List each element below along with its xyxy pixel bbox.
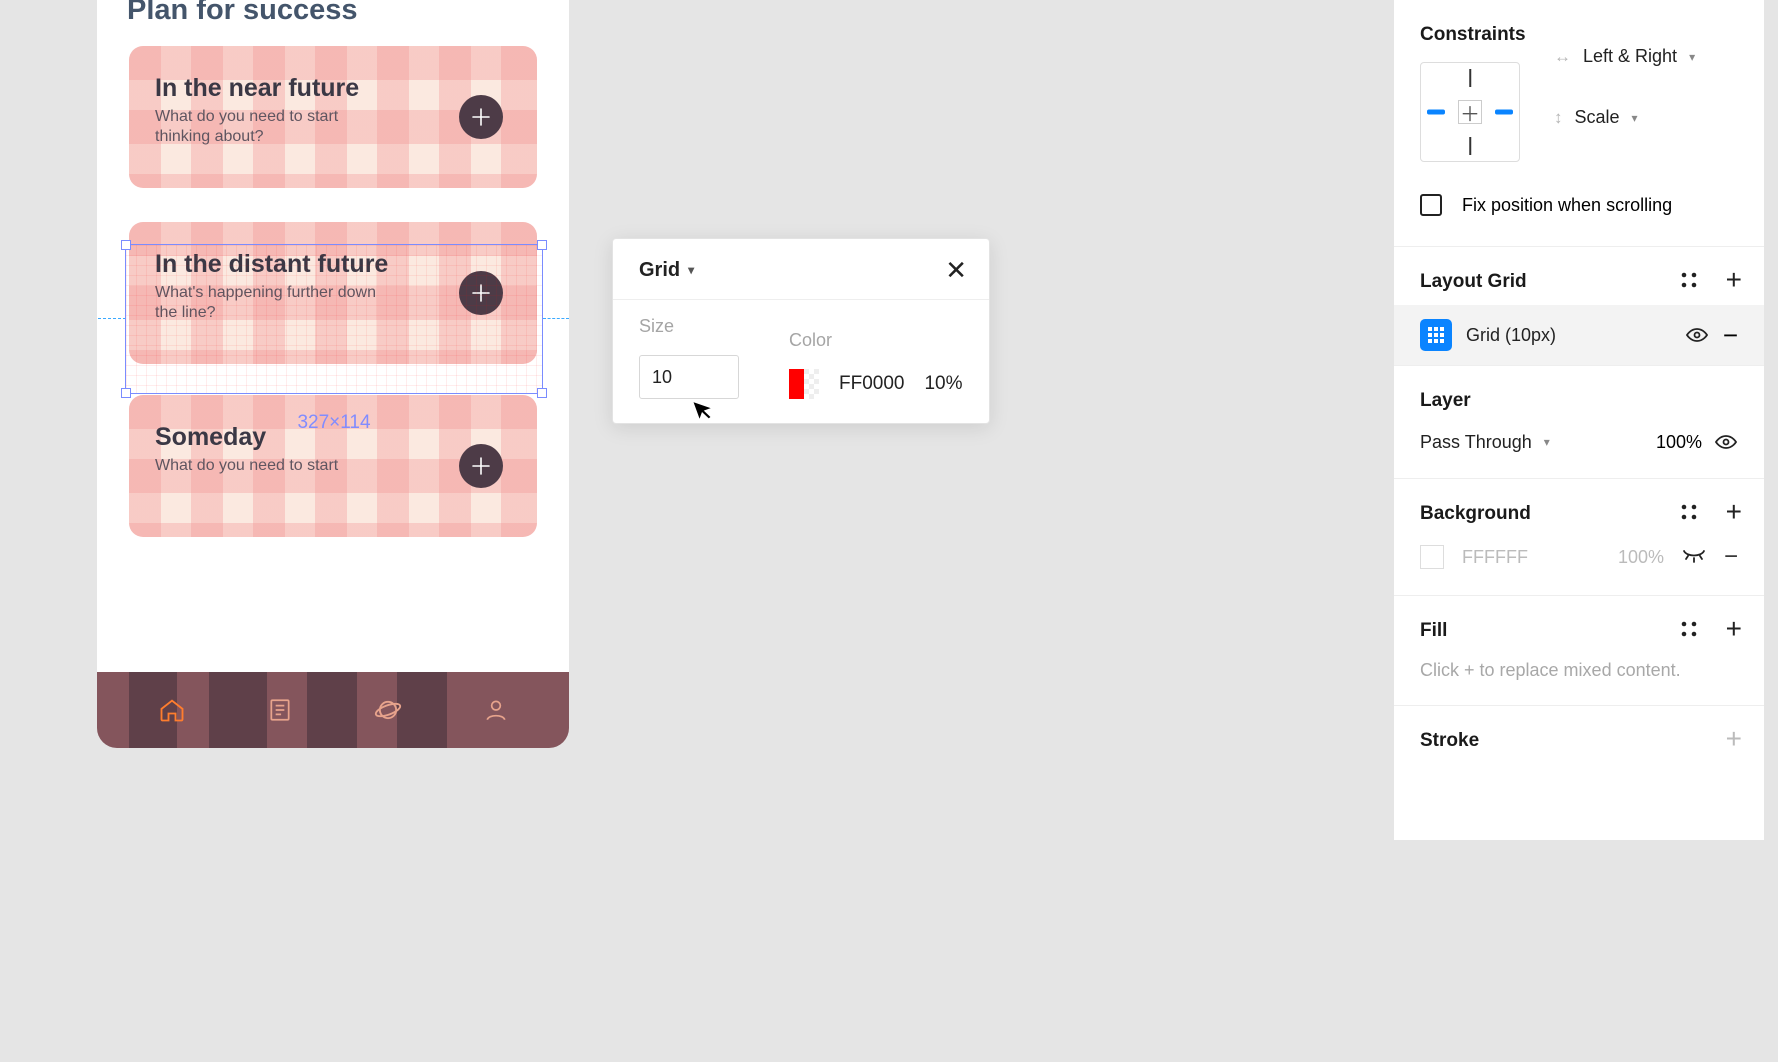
grid-item-row[interactable]: Grid (10px) −	[1394, 305, 1764, 365]
blend-mode-value: Pass Through	[1420, 432, 1532, 452]
grid-color-swatch[interactable]	[789, 369, 819, 399]
grid-icon[interactable]	[1420, 319, 1452, 351]
fill-hint: Click + to replace mixed content.	[1420, 660, 1738, 681]
horizontal-arrow-icon: ↔	[1554, 47, 1571, 67]
fix-position-label: Fix position when scrolling	[1462, 195, 1672, 216]
layer-section: Layer Pass Through ▾ 100%	[1394, 366, 1764, 479]
add-button[interactable]	[459, 444, 503, 488]
smart-guide-right	[543, 318, 569, 319]
constraint-horizontal-dropdown[interactable]: ↔ Left & Right ▾	[1554, 46, 1695, 67]
background-section: Background + FFFFFF 100% −	[1394, 479, 1764, 596]
constraint-widget[interactable]: ＋	[1420, 62, 1520, 162]
blend-mode-dropdown[interactable]: Pass Through	[1420, 432, 1532, 453]
card-near-future[interactable]: In the near future What do you need to s…	[129, 46, 537, 188]
constraint-horizontal-value: Left & Right	[1583, 46, 1677, 67]
smart-guide-left	[98, 318, 126, 319]
grid-type-dropdown[interactable]: Grid ▾	[639, 259, 694, 282]
tab-bar	[97, 672, 569, 748]
stroke-section: Stroke +	[1394, 706, 1764, 776]
grid-color-hex[interactable]: FF0000	[839, 373, 904, 395]
layer-opacity-input[interactable]: 100%	[1656, 432, 1702, 453]
add-stroke-icon[interactable]: +	[1726, 730, 1742, 748]
vertical-arrow-icon: ↕	[1554, 108, 1563, 128]
chevron-down-icon: ▾	[1689, 50, 1695, 64]
size-label: Size	[639, 316, 739, 337]
card-distant-future[interactable]: In the distant future What's happening f…	[129, 222, 537, 364]
background-hex[interactable]: FFFFFF	[1462, 547, 1528, 568]
phone-frame: Do it now There's no time like the prese…	[97, 0, 569, 748]
grid-popover[interactable]: Grid ▾ ✕ Size Color FF0000 10%	[612, 238, 990, 424]
constraints-title: Constraints	[1420, 24, 1738, 46]
constraint-center-icon: ＋	[1458, 100, 1482, 124]
chevron-down-icon: ▾	[1544, 435, 1550, 449]
grid-item-label: Grid (10px)	[1466, 325, 1671, 346]
layout-grid-section: Layout Grid + Grid (10px) −	[1394, 247, 1764, 366]
grid-type-label: Grid	[639, 259, 680, 282]
stroke-title: Stroke	[1420, 730, 1738, 752]
styles-icon[interactable]	[1680, 620, 1698, 638]
grid-size-input[interactable]	[639, 355, 739, 399]
list-icon[interactable]	[267, 697, 293, 723]
constraint-vertical-dropdown[interactable]: ↕ Scale ▾	[1554, 107, 1695, 128]
remove-grid-icon[interactable]: −	[1723, 320, 1738, 351]
card-sub: What's happening further down the line?	[155, 283, 385, 323]
visibility-icon[interactable]	[1685, 323, 1709, 347]
card-title: In the distant future	[155, 250, 511, 279]
background-color-swatch[interactable]	[1420, 545, 1444, 569]
fix-position-checkbox[interactable]	[1420, 194, 1442, 216]
add-button[interactable]	[459, 271, 503, 315]
layer-title: Layer	[1420, 390, 1738, 412]
remove-background-icon[interactable]: −	[1724, 543, 1738, 571]
grid-color-opacity[interactable]: 10%	[924, 373, 962, 395]
hidden-icon[interactable]	[1682, 548, 1706, 566]
add-button[interactable]	[459, 95, 503, 139]
constraint-vertical-value: Scale	[1575, 107, 1620, 128]
card-title: In the near future	[155, 74, 511, 103]
styles-icon[interactable]	[1680, 271, 1698, 289]
planet-icon[interactable]	[374, 696, 402, 724]
section-title: Plan for success	[127, 0, 358, 27]
chevron-down-icon: ▾	[1632, 111, 1638, 125]
add-grid-icon[interactable]: +	[1726, 271, 1742, 289]
card-sub: What do you need to start thinking about…	[155, 107, 385, 147]
selection-dimensions: 327×114	[297, 412, 370, 434]
home-icon[interactable]	[158, 696, 186, 724]
layer-visibility-icon[interactable]	[1714, 430, 1738, 454]
background-opacity[interactable]: 100%	[1618, 547, 1664, 568]
properties-panel: Constraints ＋ ↔ Left & Right ▾ ↕ Scale ▾…	[1394, 0, 1764, 840]
card-sub: What do you need to start	[155, 456, 385, 476]
constraints-section: Constraints ＋ ↔ Left & Right ▾ ↕ Scale ▾…	[1394, 0, 1764, 247]
add-fill-icon[interactable]: +	[1726, 620, 1742, 638]
styles-icon[interactable]	[1680, 503, 1698, 521]
user-icon[interactable]	[483, 697, 509, 723]
color-label: Color	[789, 330, 963, 351]
chevron-down-icon: ▾	[688, 263, 694, 277]
fill-section: Fill + Click + to replace mixed content.	[1394, 596, 1764, 706]
add-background-icon[interactable]: +	[1726, 503, 1742, 521]
close-icon[interactable]: ✕	[945, 257, 967, 283]
